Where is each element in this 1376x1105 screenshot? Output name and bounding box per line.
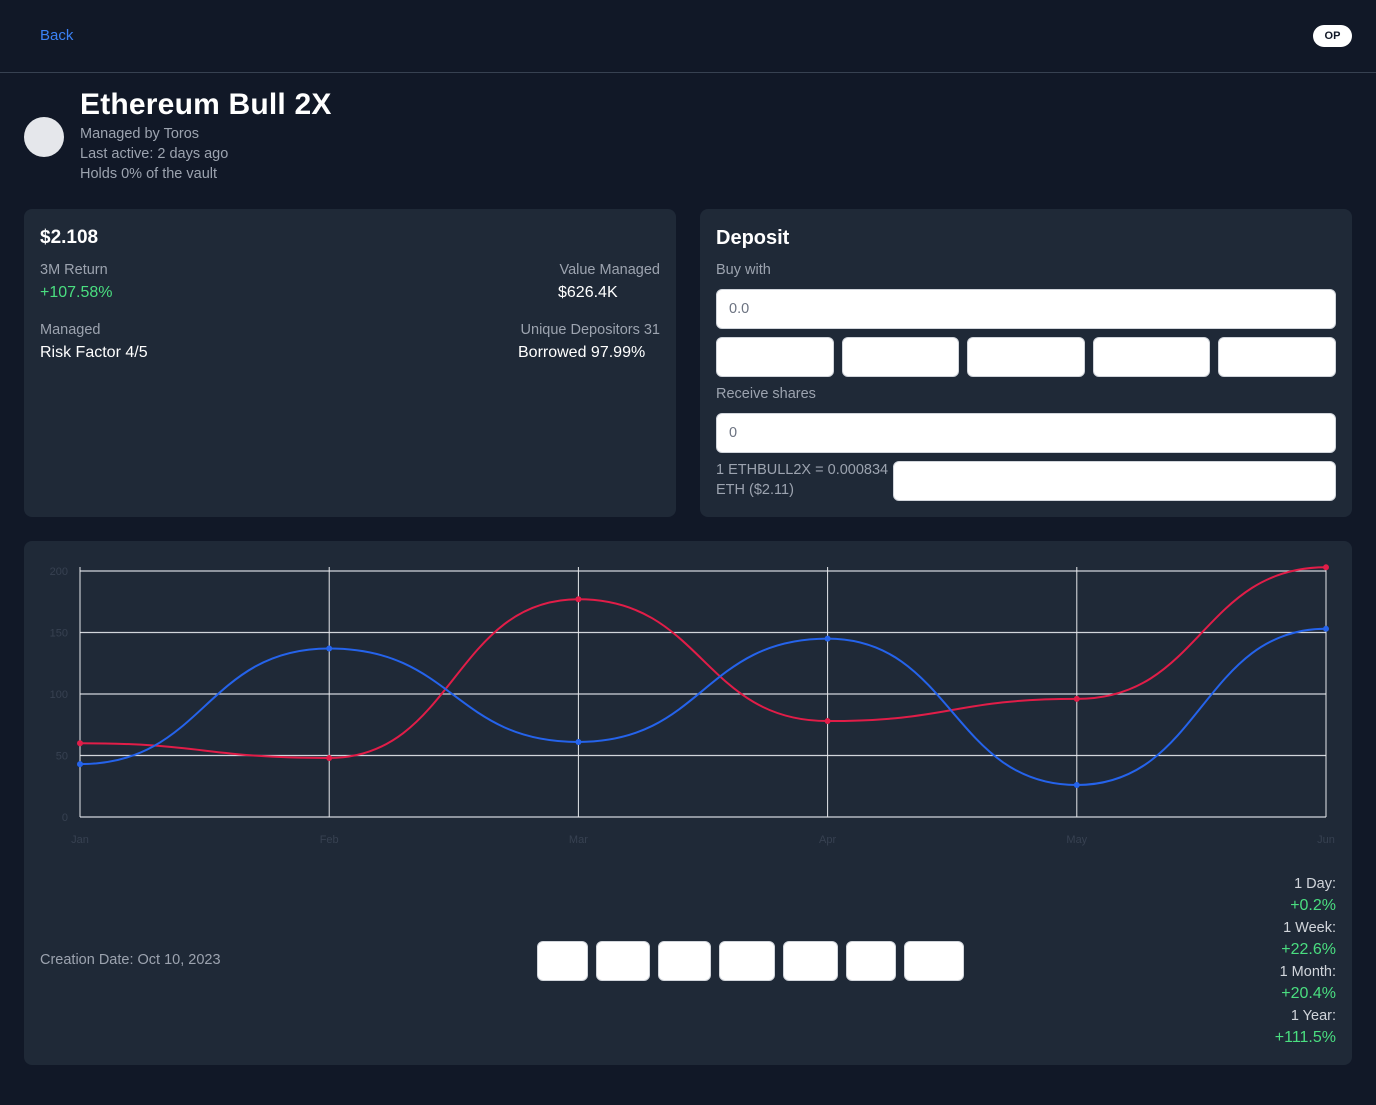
series-point xyxy=(1073,782,1080,789)
receive-shares-input[interactable]: 0 xyxy=(716,413,1336,453)
quick-amount-button-4[interactable] xyxy=(1093,337,1210,377)
series-point xyxy=(575,596,582,603)
x-tick-label: May xyxy=(1066,834,1087,846)
x-tick-label: Mar xyxy=(569,834,588,846)
series-point xyxy=(77,761,83,768)
depositors-label: Unique Depositors 31 xyxy=(520,322,660,338)
vault-title: Ethereum Bull 2X xyxy=(80,88,332,121)
series-point xyxy=(326,754,333,761)
return-value: +107.58% xyxy=(40,284,113,301)
managed-by-text: Managed by Toros xyxy=(80,126,200,142)
quick-amount-button-2[interactable] xyxy=(842,337,959,377)
y-tick-label: 200 xyxy=(50,566,68,578)
perf-1week-label: 1 Week: xyxy=(1283,920,1336,936)
return-label: 3M Return xyxy=(40,262,108,278)
x-tick-label: Feb xyxy=(320,834,339,846)
perf-1month-label: 1 Month: xyxy=(1279,964,1336,980)
timeframe-button-5[interactable] xyxy=(783,941,838,981)
back-link[interactable]: Back xyxy=(40,27,73,44)
deposit-submit-button[interactable] xyxy=(893,461,1336,501)
timeframe-button-6[interactable] xyxy=(846,941,896,981)
network-badge[interactable]: OP xyxy=(1313,25,1352,47)
receive-shares-label: Receive shares xyxy=(716,386,816,402)
last-active-text: Last active: 2 days ago xyxy=(80,146,229,162)
chart-card: 0 50 100 150 200 Jan Feb Mar Apr May Jun Creation … xyxy=(24,541,1352,1065)
x-tick-label: Jan xyxy=(71,834,89,846)
y-tick-label: 0 xyxy=(62,812,68,824)
stats-card: $2.108 3M Return +107.58% Value Managed … xyxy=(24,209,676,517)
quick-amount-button-1[interactable] xyxy=(716,337,834,377)
buy-with-label: Buy with xyxy=(716,262,771,278)
series-point xyxy=(824,635,831,642)
borrowed-value: Borrowed 97.99% xyxy=(518,344,646,361)
vault-price: $2.108 xyxy=(40,227,99,248)
series-point xyxy=(1323,625,1329,632)
vault-avatar xyxy=(24,117,64,157)
timeframe-button-2[interactable] xyxy=(596,941,650,981)
quick-amount-button-5[interactable] xyxy=(1218,337,1336,377)
perf-1week-value: +22.6% xyxy=(1281,941,1336,958)
series-point xyxy=(575,738,582,745)
timeframe-button-7[interactable] xyxy=(904,941,964,981)
deposit-card: Deposit Buy with 0.0 Receive shares 0 1 … xyxy=(700,209,1352,517)
timeframe-button-1[interactable] xyxy=(537,941,588,981)
timeframe-button-4[interactable] xyxy=(719,941,775,981)
y-tick-label: 100 xyxy=(50,689,68,701)
series-point xyxy=(1323,564,1329,571)
value-managed-label: Value Managed xyxy=(559,262,660,278)
y-tick-label: 50 xyxy=(56,751,68,763)
managed-label: Managed xyxy=(40,322,101,338)
value-managed: $626.4K xyxy=(558,284,618,301)
holds-text: Holds 0% of the vault xyxy=(80,166,218,182)
buy-amount-input[interactable]: 0.0 xyxy=(716,289,1336,329)
perf-1year-value: +111.5% xyxy=(1274,1029,1336,1046)
deposit-title: Deposit xyxy=(716,227,790,249)
perf-1day-value: +0.2% xyxy=(1290,897,1336,914)
perf-1year-label: 1 Year: xyxy=(1290,1008,1336,1024)
quick-amount-button-3[interactable] xyxy=(967,337,1085,377)
exchange-rate-text: 1 ETHBULL2X = 0.000834 ETH ($2.11) xyxy=(716,462,889,498)
risk-factor: Risk Factor 4/5 xyxy=(40,344,148,361)
x-tick-label: Jun xyxy=(1317,834,1335,846)
y-tick-label: 150 xyxy=(50,628,68,640)
series-point xyxy=(326,645,333,652)
price-chart: 0 50 100 150 200 Jan Feb Mar Apr May Jun xyxy=(50,564,1335,846)
series-point xyxy=(77,740,83,747)
series-line-2 xyxy=(79,627,1327,787)
series-line-1 xyxy=(79,566,1327,759)
top-bar: Back OP xyxy=(0,0,1376,73)
perf-1month-value: +20.4% xyxy=(1281,985,1336,1002)
series-point xyxy=(824,718,831,725)
series-point xyxy=(1073,695,1080,702)
x-tick-label: Apr xyxy=(819,834,836,846)
timeframe-button-3[interactable] xyxy=(658,941,711,981)
perf-1day-label: 1 Day: xyxy=(1294,876,1336,892)
performance-summary: 1 Day: +0.2% 1 Week: +22.6% 1 Month: +20… xyxy=(1275,873,1336,1049)
creation-date: Creation Date: Oct 10, 2023 xyxy=(40,952,221,968)
